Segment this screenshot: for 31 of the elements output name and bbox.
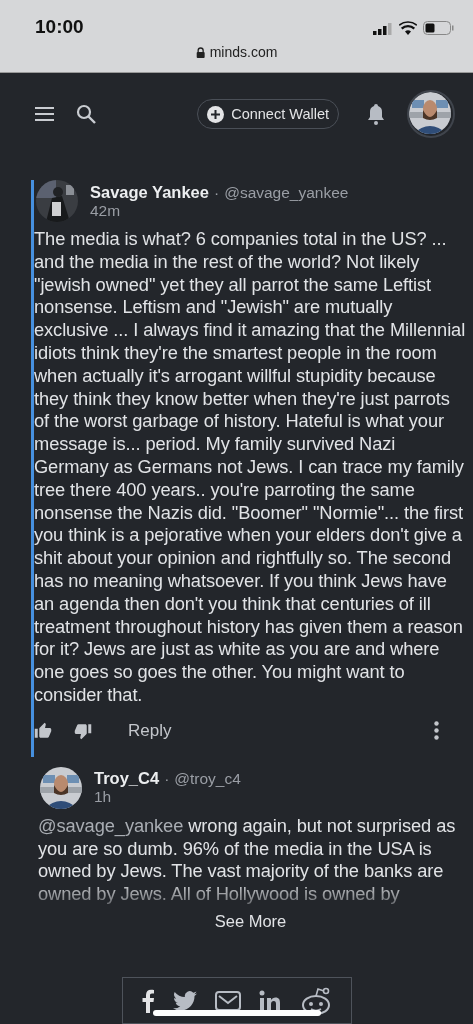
bird-icon[interactable]: [172, 990, 197, 1011]
battery-icon: [423, 21, 454, 35]
facebook-icon[interactable]: [142, 988, 155, 1013]
separator-dot: ·: [213, 183, 220, 201]
bell-icon[interactable]: [367, 103, 385, 125]
alien-icon[interactable]: [299, 986, 332, 1015]
status-time: 10:00: [35, 16, 84, 38]
see-more-button[interactable]: See More: [214, 911, 287, 931]
search-icon[interactable]: [76, 104, 96, 124]
plus-icon: [207, 105, 225, 123]
separator-dot: ·: [164, 770, 170, 788]
lock-icon: [195, 46, 205, 58]
signal-icon: [373, 23, 393, 35]
author-handle[interactable]: @troy_c4: [174, 770, 241, 788]
reply-button[interactable]: Reply: [128, 720, 172, 741]
mail-icon[interactable]: [214, 990, 241, 1011]
comment-time: 42m: [90, 201, 121, 219]
more-icon[interactable]: [434, 721, 439, 741]
author-handle[interactable]: @savage_yankee: [224, 183, 349, 201]
url-label: minds.com: [209, 44, 278, 60]
profile-avatar[interactable]: [407, 90, 455, 138]
wifi-icon: [399, 21, 417, 35]
thumbs-up-icon[interactable]: [34, 721, 52, 740]
mention-link[interactable]: @savage_yankee: [38, 814, 184, 836]
author-name[interactable]: Savage Yankee: [90, 182, 209, 201]
comment-time: 1h: [94, 788, 112, 806]
thumbs-down-icon[interactable]: [74, 721, 92, 740]
comment-text: @savage_yankee wrong again, but not surprised as you are so dumb. 96% of the media in the USA is owned by Jews. The vast majority of the banks are owned by Jews. All of Hollywood is owned by: [38, 814, 457, 906]
menu-icon[interactable]: [35, 107, 54, 121]
comment-text: The media is what? 6 companies total in the US? ... and the media in the rest of the world? Not likely "jewish owned" yet they all parrot the same Leftist nonsense. Leftism and "Jewish" are mutually exclusive ... I always find it amazing that the Millennial idiots think they're the smartest people in the room when actually it's arrogant willful stupidity because they think they know better when they're just parrots of the worst garbage of history. Hateful is what your message is... period. My family survived Nazi Germany as Germans not Jews. I can trace my family tree there 400 years.. you're parroting the same nonsense the Nazis did. "Boomer" "Normie"... the first you think is a pejorative when your elders don't give a shit about your opinion and rightfully so. The second has no meaning whatsoever. If you think Jews have an agenda then don't you think that centuries of ill treatment throughout history has given them a reason for it? Jews are just as white as you are and where one goes so goes the other. You might want to consider that.: [34, 228, 466, 707]
author-name[interactable]: Troy_C4: [94, 769, 160, 788]
